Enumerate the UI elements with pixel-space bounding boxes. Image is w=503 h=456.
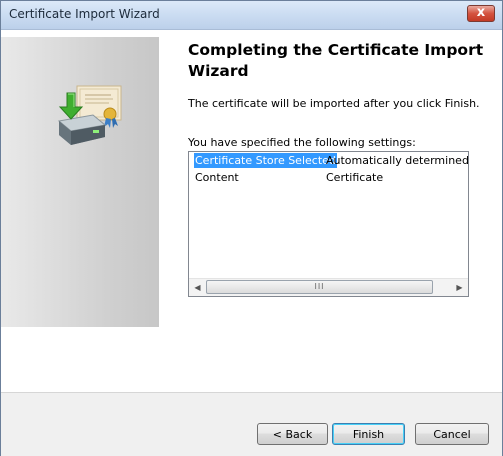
button-bar: < Back Finish Cancel [1,392,502,456]
horizontal-scrollbar[interactable]: ◀ III ▶ [189,278,468,296]
certificate-import-icon [57,85,122,145]
setting-value: Certificate [326,171,384,184]
wizard-window: Certificate Import Wizard x Completing t… [0,0,503,456]
chevron-right-icon[interactable]: ▶ [451,279,468,296]
list-item[interactable]: Content Certificate [189,169,468,185]
setting-value: Automatically determined by t [326,154,469,167]
close-button[interactable]: x [467,5,495,22]
chevron-left-icon[interactable]: ◀ [189,279,206,296]
grip-icon: III [314,282,325,291]
settings-list[interactable]: Certificate Store Selected Automatically… [188,151,469,297]
finish-button[interactable]: Finish [332,423,405,445]
wizard-side-panel [1,37,159,327]
close-icon: x [476,5,486,20]
title-bar[interactable]: Certificate Import Wizard x [1,1,502,30]
settings-label: You have specified the following setting… [188,136,416,149]
page-title: Completing the Certificate Import Wizard [188,41,484,80]
setting-name[interactable]: Certificate Store Selected [194,153,337,168]
cancel-button[interactable]: Cancel [415,423,489,445]
window-title: Certificate Import Wizard [9,7,160,21]
page-description: The certificate will be imported after y… [188,97,480,110]
scrollbar-thumb[interactable]: III [206,280,433,294]
setting-name[interactable]: Content [194,170,240,185]
wizard-page: Completing the Certificate Import Wizard… [1,30,502,456]
back-button[interactable]: < Back [257,423,328,445]
list-item[interactable]: Certificate Store Selected Automatically… [189,152,469,168]
